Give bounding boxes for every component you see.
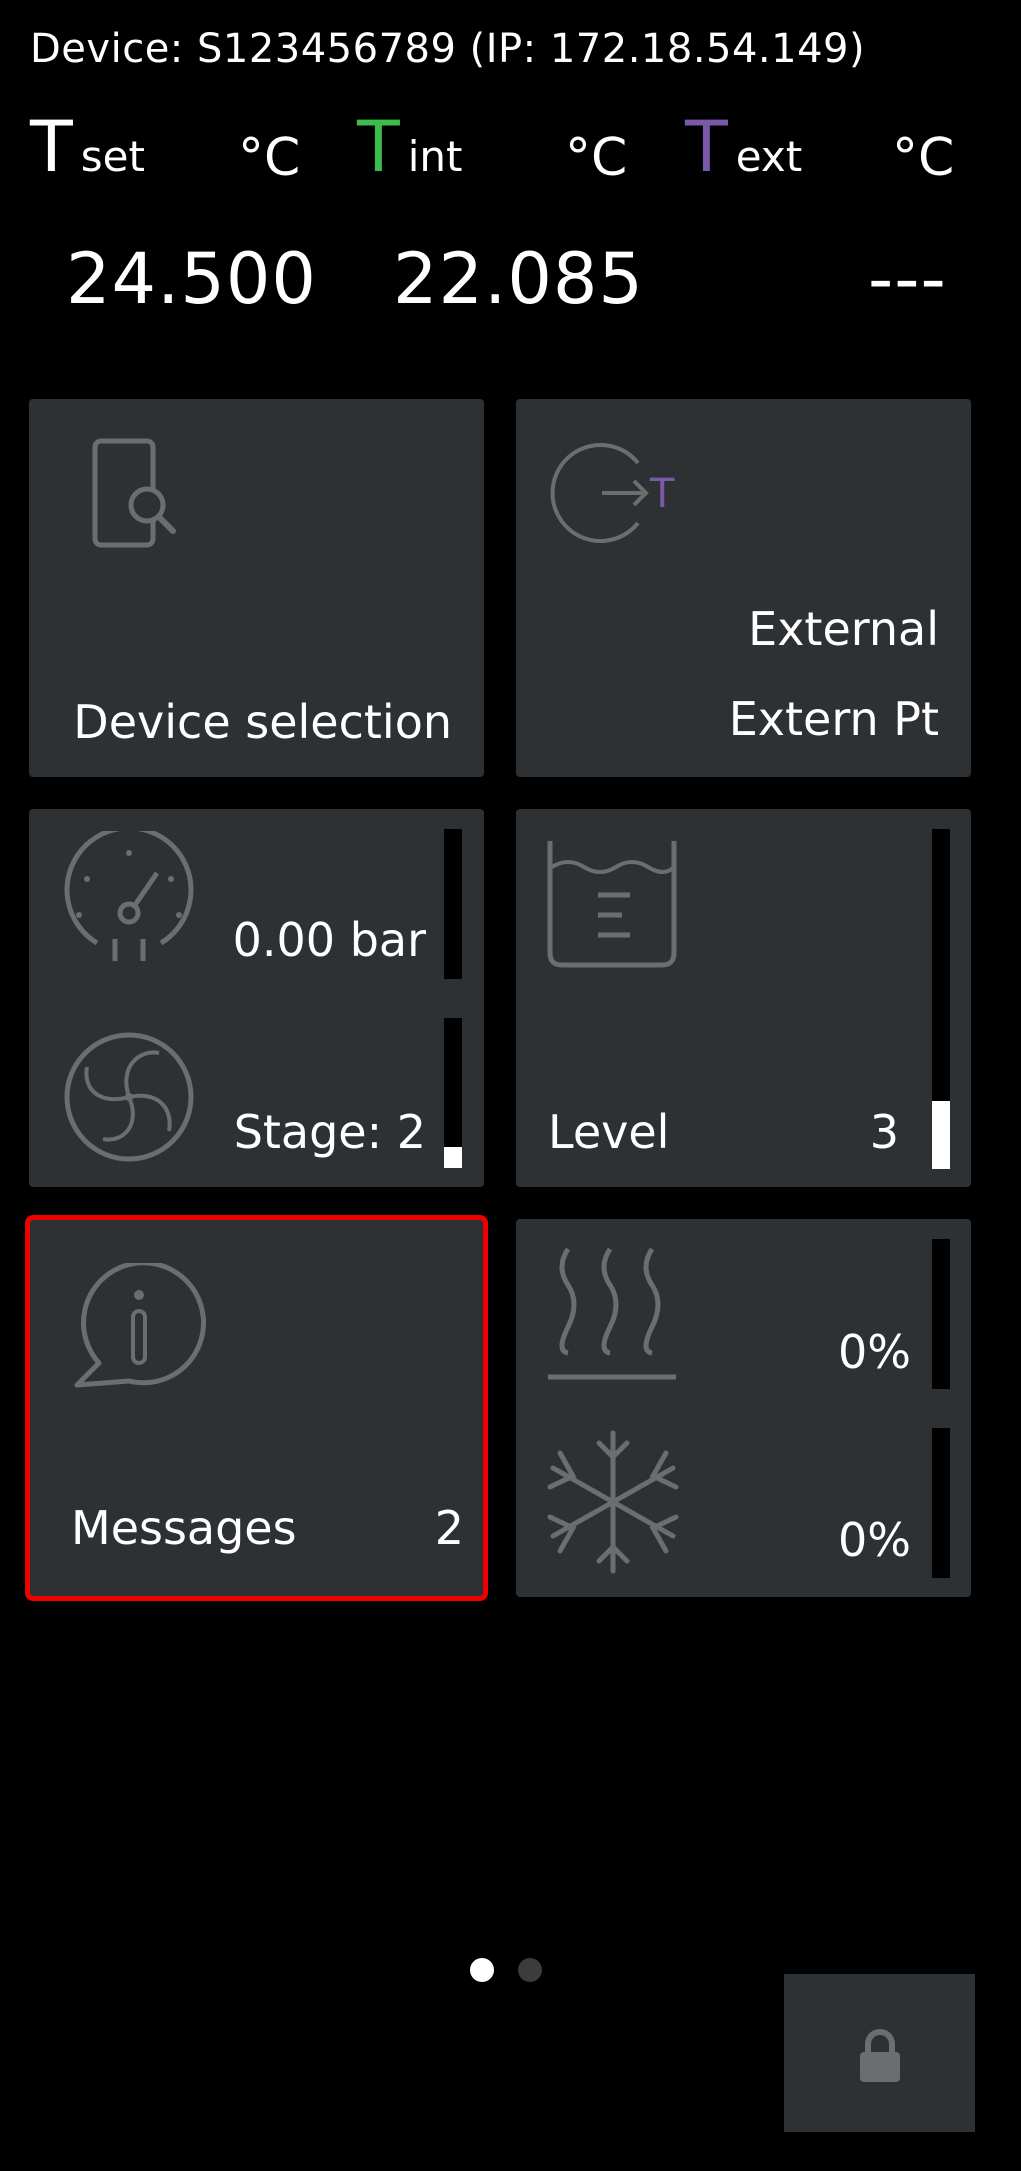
device-info: Device: S123456789 (IP: 172.18.54.149) xyxy=(30,26,866,72)
external-line1: External xyxy=(748,602,939,656)
tint-label: Tint xyxy=(357,112,463,182)
device-selection-tile[interactable]: Device selection xyxy=(29,399,484,777)
lock-icon xyxy=(860,2029,900,2082)
stage-bar xyxy=(444,1018,462,1168)
pump-tile[interactable]: 0.00 bar Stage: 2 xyxy=(29,809,484,1187)
page-dot-2[interactable] xyxy=(518,1958,542,1982)
level-bar xyxy=(932,829,950,1169)
text-sub: ext xyxy=(735,132,803,181)
heating-icon xyxy=(548,1247,676,1380)
lock-button[interactable] xyxy=(784,1974,975,2132)
page-dot-1[interactable] xyxy=(470,1958,494,1982)
external-sensor-tile[interactable]: T External Extern Pt xyxy=(516,399,971,777)
pressure-gauge-icon xyxy=(64,831,194,961)
cooling-value: 0% xyxy=(838,1513,911,1567)
stage-bar-fill xyxy=(444,1147,462,1168)
tint-value: 22.085 xyxy=(393,238,644,320)
level-tile[interactable]: Level 3 xyxy=(516,809,971,1187)
heating-value: 0% xyxy=(838,1325,911,1379)
tint-sub: int xyxy=(407,132,463,181)
cooling-snowflake-icon xyxy=(547,1430,679,1574)
text-T: T xyxy=(685,106,728,188)
tset-value[interactable]: 24.500 xyxy=(66,238,317,320)
tset-label: Tset xyxy=(30,112,145,182)
stage-value: Stage: 2 xyxy=(233,1105,426,1159)
text-value: --- xyxy=(868,238,947,320)
messages-count: 2 xyxy=(434,1501,464,1555)
tset-unit: °C xyxy=(238,128,301,188)
info-message-icon xyxy=(74,1263,207,1388)
messages-tile[interactable]: Messages 2 xyxy=(25,1215,488,1601)
level-label: Level xyxy=(548,1105,670,1159)
heating-bar xyxy=(932,1239,950,1389)
pressure-bar xyxy=(444,829,462,979)
device-search-icon xyxy=(92,438,176,548)
level-value: 3 xyxy=(869,1105,899,1159)
tset-sub: set xyxy=(80,132,145,181)
pump-fan-icon xyxy=(64,1032,194,1162)
pressure-value: 0.00 bar xyxy=(232,913,426,967)
tset-T: T xyxy=(30,106,73,188)
heat-cool-tile[interactable]: 0% 0% xyxy=(516,1219,971,1597)
svg-text:T: T xyxy=(649,471,675,517)
text-unit: °C xyxy=(892,128,955,188)
messages-label: Messages xyxy=(71,1501,297,1555)
external-line2: Extern Pt xyxy=(728,692,939,746)
cooling-bar xyxy=(932,1428,950,1578)
tint-unit: °C xyxy=(565,128,628,188)
device-selection-label: Device selection xyxy=(73,695,452,749)
bath-level-icon xyxy=(547,841,677,968)
tint-T: T xyxy=(357,106,400,188)
external-temp-icon: T xyxy=(550,443,675,543)
text-label: Text xyxy=(685,112,802,182)
level-bar-fill xyxy=(932,1101,950,1169)
